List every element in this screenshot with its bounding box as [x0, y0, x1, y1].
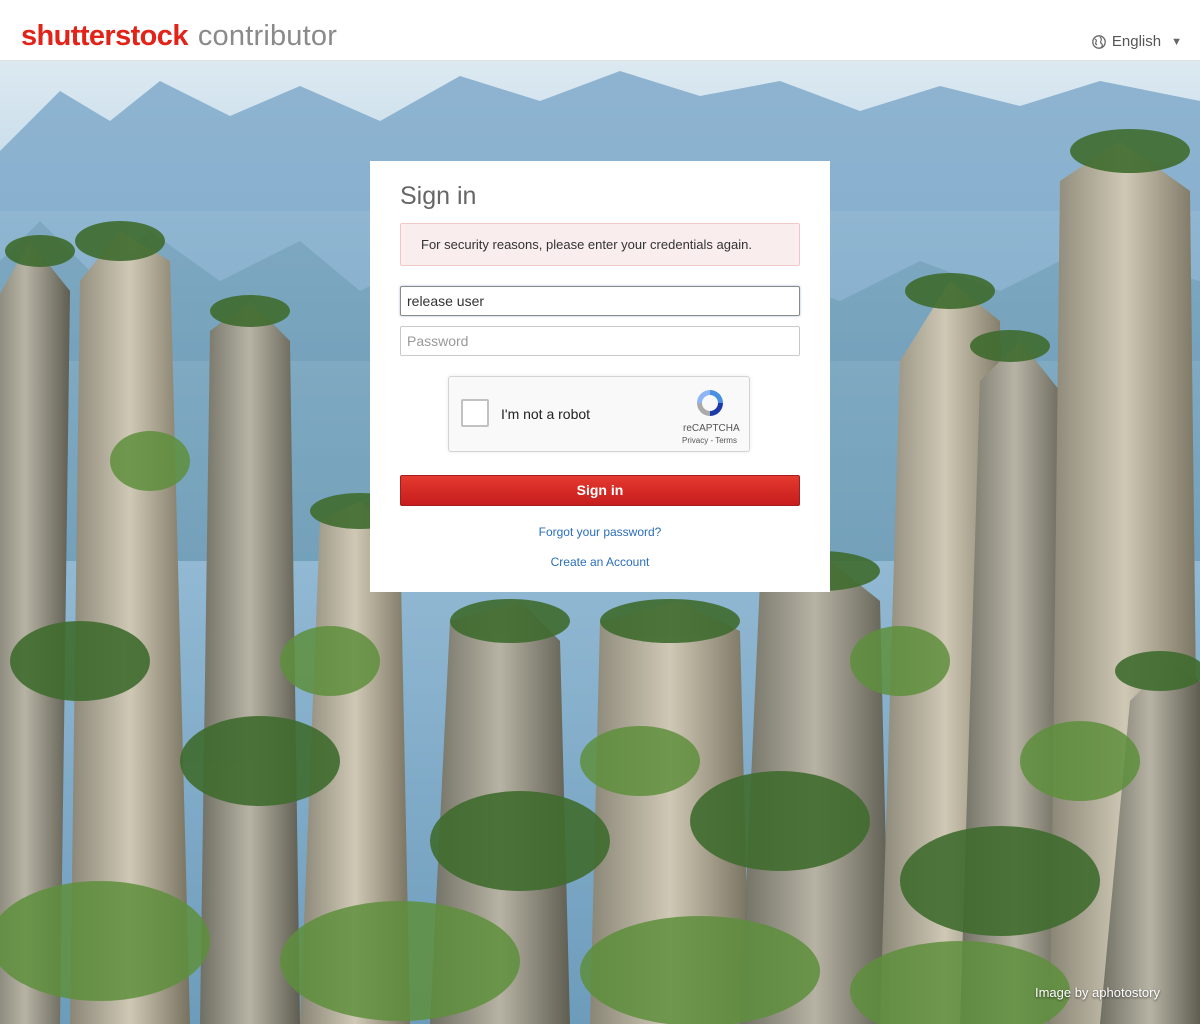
language-label: English [1111, 33, 1162, 50]
security-alert: For security reasons, please enter your … [400, 223, 800, 266]
language-selector[interactable]: English ▼ [1092, 33, 1182, 50]
logo-product: contributor [197, 20, 338, 52]
password-input[interactable] [400, 326, 800, 356]
signin-card: Sign in For security reasons, please ent… [370, 161, 830, 592]
recaptcha-icon [697, 390, 723, 416]
chevron-down-icon: ▼ [1171, 35, 1182, 48]
recaptcha-brand: reCAPTCHA [683, 423, 740, 434]
create-account-link[interactable]: Create an Account [400, 555, 800, 569]
signin-button[interactable]: Sign in [400, 475, 800, 506]
signin-title: Sign in [400, 182, 477, 210]
recaptcha-label: I'm not a robot [501, 406, 591, 422]
recaptcha-links[interactable]: Privacy - Terms [682, 436, 737, 445]
logo[interactable]: shutterstock contributor [21, 20, 337, 56]
recaptcha-checkbox[interactable] [461, 399, 489, 427]
top-bar: shutterstock contributor English ▼ [0, 0, 1200, 61]
image-credit: Image by aphotostory [1034, 985, 1160, 1000]
recaptcha-widget: I'm not a robot reCAPTCHA Privacy - Term… [448, 376, 750, 452]
forgot-password-link[interactable]: Forgot your password? [400, 525, 800, 539]
username-input[interactable] [400, 286, 800, 316]
globe-icon [1092, 34, 1106, 49]
logo-brand: shutterstock [21, 20, 188, 52]
